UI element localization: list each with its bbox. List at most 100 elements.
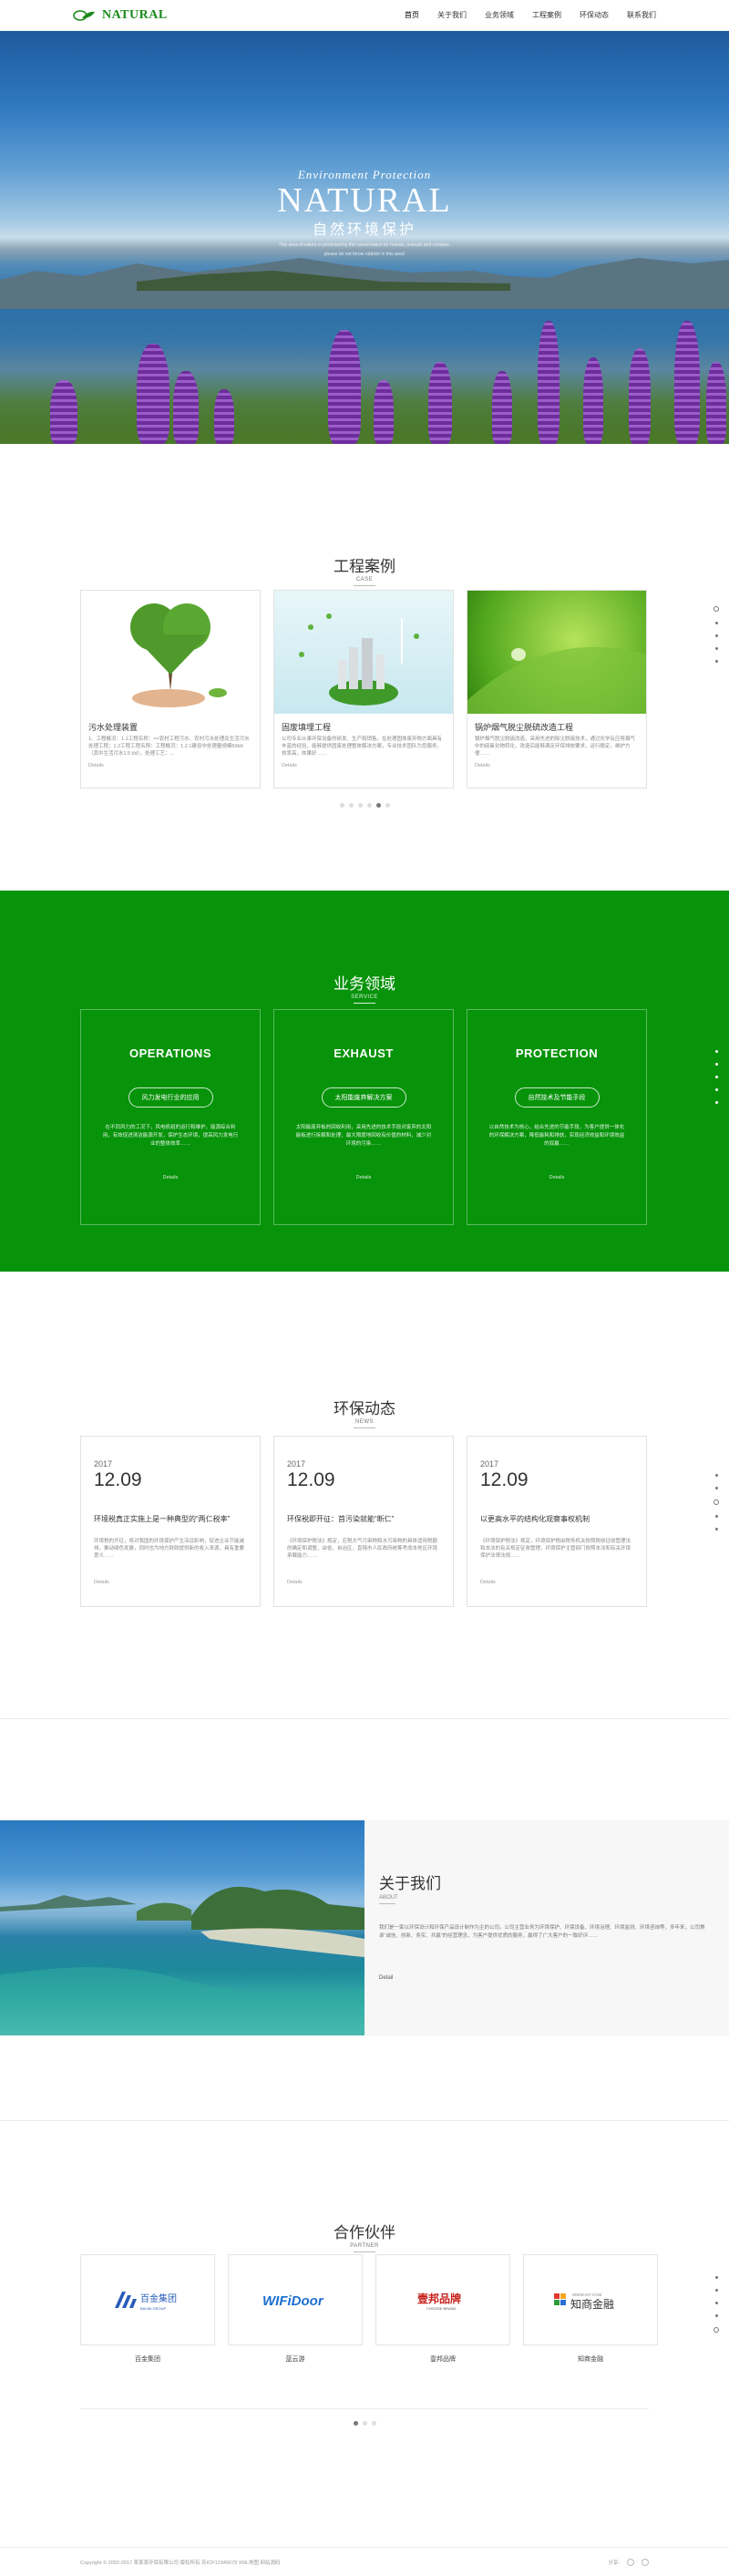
service-pill[interactable]: 风力发电行业的应用 bbox=[128, 1087, 213, 1108]
pager-dot[interactable] bbox=[714, 2302, 718, 2304]
partner-logo-text: 百金集团 bbox=[140, 2293, 177, 2304]
pager-dot[interactable] bbox=[714, 606, 719, 612]
leaf-logo-icon bbox=[73, 9, 95, 21]
case-name: 污水处理装置 bbox=[88, 723, 139, 732]
carousel-dot[interactable] bbox=[366, 803, 372, 808]
carousel-dot[interactable] bbox=[371, 2421, 376, 2426]
pager-dot[interactable] bbox=[714, 1088, 718, 1091]
pager-dot[interactable] bbox=[714, 1076, 718, 1078]
carousel-dot[interactable] bbox=[339, 803, 344, 808]
partner-logo-box: 百金集团 BAIJIN GROUP bbox=[80, 2254, 215, 2345]
about-details-link[interactable]: Detail bbox=[379, 1975, 711, 1981]
pager-dot[interactable] bbox=[714, 622, 718, 624]
partner-item[interactable]: 壹邦品牌 CHOOSE BRAND 壹邦品牌 bbox=[375, 2254, 510, 2364]
news-date: 12.09 bbox=[287, 1469, 335, 1490]
news-details-link[interactable]: Details bbox=[94, 1580, 247, 1585]
news-headline[interactable]: 环境税真正实施上是一种典型的“两仁税率” bbox=[94, 1514, 247, 1534]
news-card[interactable]: 2017 12.09 以更高水平的结构化观察事权机制 《环境保护税法》规定，环境… bbox=[467, 1436, 647, 1607]
service-section: 业务领域 SERVICE OPERATIONS 风力发电行业的应用 在不同风力的… bbox=[0, 891, 729, 1272]
news-headline[interactable]: 以更高水平的结构化观察事权机制 bbox=[480, 1514, 633, 1534]
service-card[interactable]: EXHAUST 太阳能废弃解决方案 太阳能废弃板的回收利用，采用先进的技术手段对… bbox=[273, 1009, 454, 1225]
service-cards: OPERATIONS 风力发电行业的应用 在不同风力的工况下，风电机组的运行和维… bbox=[80, 1009, 647, 1225]
share-weibo-icon[interactable] bbox=[627, 2558, 634, 2566]
pager-dot[interactable] bbox=[714, 660, 718, 663]
case-card[interactable]: 固废填埋工程 公司专业从事环保设备的研发、生产和销售。在处理固体废弃物方面具有丰… bbox=[273, 590, 454, 788]
yibang-logo-icon: 壹邦品牌 CHOOSE BRAND bbox=[417, 2292, 461, 2311]
lupine-flower bbox=[492, 371, 512, 444]
pager-dot[interactable] bbox=[714, 647, 718, 650]
pager-dot[interactable] bbox=[714, 2276, 718, 2279]
news-card[interactable]: 2017 12.09 环保税即开征：首污染就能“断仁” 《环境保护税法》规定，应… bbox=[273, 1436, 454, 1607]
hero-title: NATURAL bbox=[277, 181, 452, 220]
partner-item[interactable]: 百金集团 BAIJIN GROUP 百金集团 bbox=[80, 2254, 215, 2364]
share-bar: 分享: bbox=[608, 2558, 649, 2566]
carousel-dot[interactable] bbox=[375, 803, 381, 808]
logo[interactable]: NATURAL bbox=[73, 8, 168, 23]
nav-contact[interactable]: 联系我们 bbox=[627, 6, 656, 24]
lupine-flower bbox=[674, 321, 700, 444]
service-name: PROTECTION bbox=[515, 1046, 599, 1060]
share-wechat-icon[interactable] bbox=[642, 2558, 649, 2566]
service-details-link[interactable]: Details bbox=[81, 1175, 260, 1180]
nav-home[interactable]: 首页 bbox=[405, 6, 419, 24]
news-details-link[interactable]: Details bbox=[287, 1580, 440, 1585]
news-cards: 2017 12.09 环境税真正实施上是一种典型的“两仁税率” 环境税的开征，将… bbox=[80, 1436, 647, 1607]
partner-logo-subtext: CHOOSE BRAND bbox=[426, 2306, 457, 2311]
pager-dot[interactable] bbox=[714, 1487, 718, 1489]
partner-name: 知商金融 bbox=[578, 2356, 603, 2363]
carousel-dot[interactable] bbox=[385, 803, 390, 808]
pager-dot[interactable] bbox=[714, 2289, 718, 2292]
news-heading: 环保动态 NEWS bbox=[0, 1396, 729, 1428]
pager-dot[interactable] bbox=[714, 1063, 718, 1066]
title-divider bbox=[354, 1003, 375, 1004]
pager-dot[interactable] bbox=[714, 2327, 719, 2333]
service-card[interactable]: PROTECTION 自然技术及节能手段 以自然技术为核心，结合先进的节能手段，… bbox=[467, 1009, 647, 1225]
carousel-dot[interactable] bbox=[353, 2421, 358, 2426]
case-details-link[interactable]: Details bbox=[81, 757, 260, 774]
pager-dot[interactable] bbox=[714, 2314, 718, 2317]
pager-dot[interactable] bbox=[714, 1474, 718, 1477]
partner-item[interactable]: WWW.ICF.COM 知商金融 知商金融 bbox=[523, 2254, 658, 2364]
pager-dot[interactable] bbox=[714, 1515, 718, 1518]
site-footer: Copyright © 2002-2017 某某某环保有限公司 版权所有 苏IC… bbox=[0, 2547, 729, 2576]
baijin-logo-icon: 百金集团 BAIJIN GROUP bbox=[115, 2292, 177, 2311]
case-card[interactable]: 锅炉烟气脱尘脱硫改造工程 锅炉烟气脱尘脱硫改造，采用先进的除尘脱硫技术，通过化学… bbox=[467, 590, 647, 788]
carousel-dot[interactable] bbox=[362, 2421, 367, 2426]
nav-about[interactable]: 关于我们 bbox=[437, 6, 467, 24]
partner-item[interactable]: WIFiDoor 蓝云游 bbox=[228, 2254, 363, 2364]
news-card[interactable]: 2017 12.09 环境税真正实施上是一种典型的“两仁税率” 环境税的开征，将… bbox=[80, 1436, 261, 1607]
service-card[interactable]: OPERATIONS 风力发电行业的应用 在不同风力的工况下，风电机组的运行和维… bbox=[80, 1009, 261, 1225]
nav-news[interactable]: 环保动态 bbox=[580, 6, 609, 24]
title-divider bbox=[379, 1903, 395, 1904]
news-year: 2017 bbox=[480, 1459, 499, 1468]
news-details-link[interactable]: Details bbox=[480, 1580, 633, 1585]
pager-dot[interactable] bbox=[714, 1528, 718, 1530]
service-pill[interactable]: 太阳能废弃解决方案 bbox=[321, 1087, 406, 1108]
case-image-tree bbox=[81, 591, 260, 714]
service-pill[interactable]: 自然技术及节能手段 bbox=[514, 1087, 600, 1108]
case-details-link[interactable]: Details bbox=[274, 757, 453, 774]
nav-case[interactable]: 工程案例 bbox=[532, 6, 561, 24]
case-carousel-dots bbox=[0, 803, 729, 808]
nav-service[interactable]: 业务领域 bbox=[485, 6, 514, 24]
pager-dot[interactable] bbox=[714, 1050, 718, 1053]
service-details-link[interactable]: Details bbox=[274, 1175, 453, 1180]
carousel-dot[interactable] bbox=[357, 803, 363, 808]
zhishang-logo-icon: WWW.ICF.COM 知商金融 bbox=[554, 2293, 614, 2311]
hero-subtitle-en: Environment Protection bbox=[297, 168, 432, 181]
carousel-dot[interactable] bbox=[348, 803, 354, 808]
pager-dot[interactable] bbox=[714, 1101, 718, 1104]
news-headline[interactable]: 环保税即开征：首污染就能“断仁” bbox=[287, 1514, 440, 1534]
news-year: 2017 bbox=[287, 1459, 306, 1468]
service-name: EXHAUST bbox=[334, 1046, 394, 1060]
service-heading: 业务领域 SERVICE bbox=[0, 971, 729, 1004]
news-year: 2017 bbox=[94, 1459, 113, 1468]
wifidoor-logo-icon: WIFiDoor bbox=[262, 2293, 324, 2309]
case-card[interactable]: 污水处理装置 1、工程概况：1.1工程名称：××农村工程污水、农村污水处理及生活… bbox=[80, 590, 261, 788]
case-details-link[interactable]: Details bbox=[467, 757, 646, 774]
service-details-link[interactable]: Details bbox=[467, 1175, 646, 1180]
pager-dot[interactable] bbox=[714, 634, 718, 637]
service-title: 业务领域 bbox=[334, 975, 395, 993]
hero-title-cn: 自然环境保护 bbox=[312, 222, 416, 238]
pager-dot[interactable] bbox=[714, 1499, 719, 1505]
